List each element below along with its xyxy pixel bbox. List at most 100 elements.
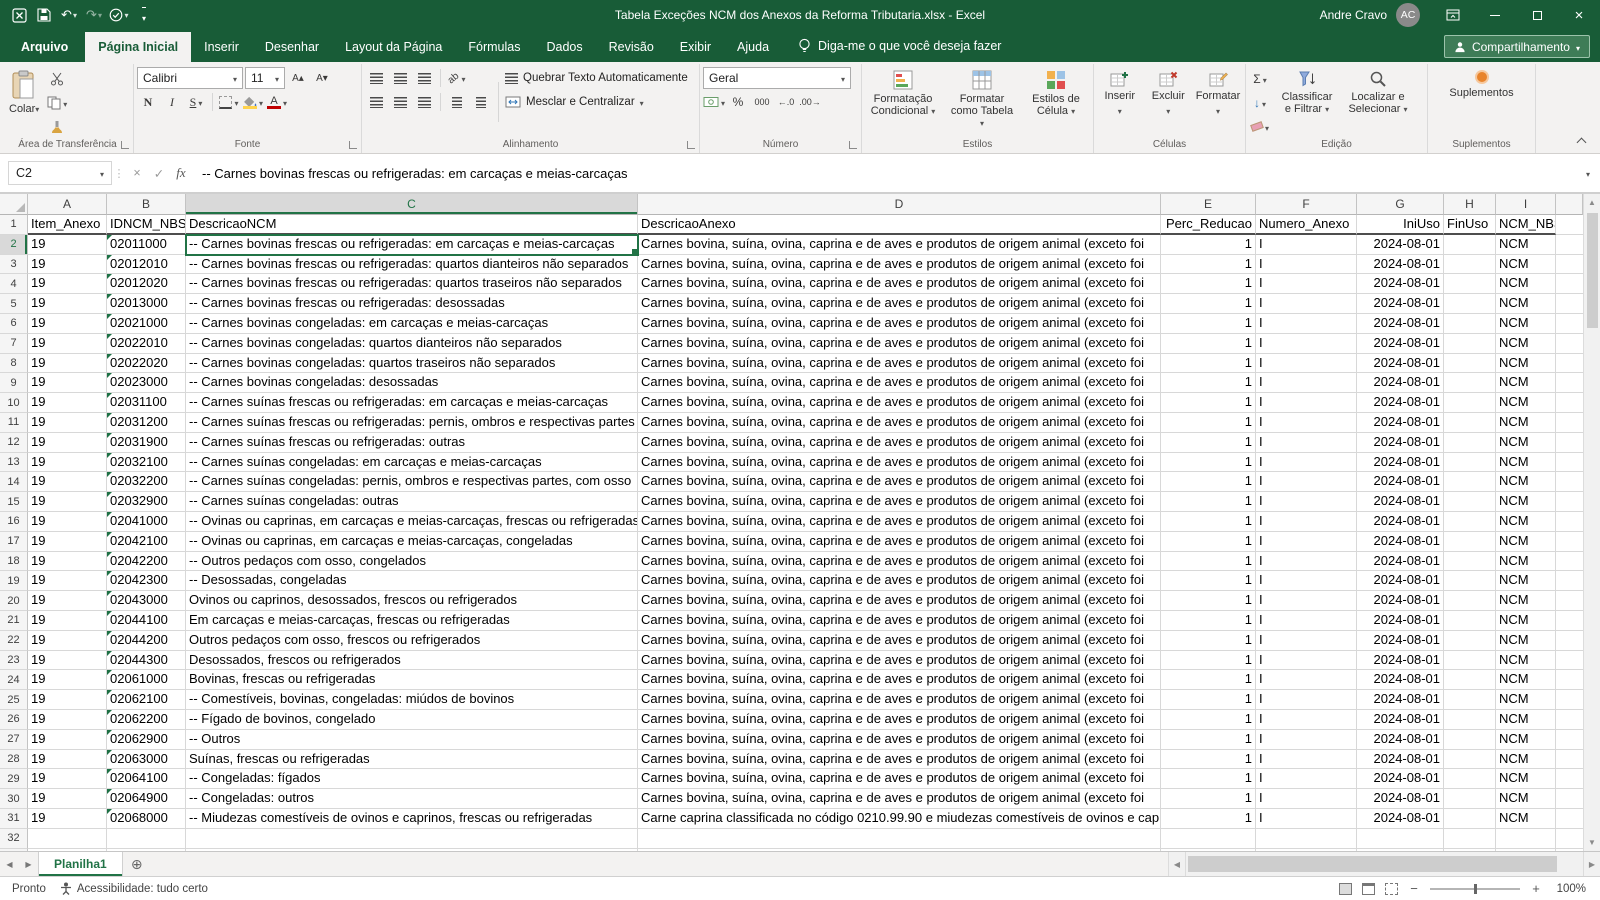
borders-button[interactable] — [218, 92, 240, 113]
insert-cells-button[interactable]: Inserir — [1097, 66, 1143, 137]
save-icon[interactable] — [33, 3, 55, 27]
cell-G18[interactable]: 2024-08-01 — [1357, 552, 1444, 572]
cell-D28[interactable]: Carnes bovina, suína, ovina, caprina e d… — [638, 750, 1161, 770]
cell-F14[interactable]: I — [1256, 472, 1357, 492]
cell-C20[interactable]: Ovinos ou caprinos, desossados, frescos … — [186, 591, 638, 611]
cell-C10[interactable]: -- Carnes suínas frescas ou refrigeradas… — [186, 393, 638, 413]
cell-D26[interactable]: Carnes bovina, suína, ovina, caprina e d… — [638, 710, 1161, 730]
row-header-7[interactable]: 7 — [0, 334, 28, 354]
row-header-2[interactable]: 2 — [0, 235, 28, 255]
cell-I6[interactable]: NCM — [1496, 314, 1556, 334]
underline-button[interactable]: S — [185, 92, 207, 113]
zoom-in-button[interactable]: + — [1530, 881, 1542, 896]
cell-A7[interactable]: 19 — [28, 334, 107, 354]
cell-F28[interactable]: I — [1256, 750, 1357, 770]
cell-B4[interactable]: 02012020 — [107, 274, 186, 294]
cell-B33[interactable] — [107, 849, 186, 852]
find-select-caret-icon[interactable] — [1404, 103, 1408, 115]
row-header-19[interactable]: 19 — [0, 571, 28, 591]
cell-G22[interactable]: 2024-08-01 — [1357, 631, 1444, 651]
align-right-button[interactable] — [413, 92, 435, 113]
cell-H28[interactable] — [1444, 750, 1496, 770]
cell-E22[interactable]: 1 — [1161, 631, 1256, 651]
cell-D10[interactable]: Carnes bovina, suína, ovina, caprina e d… — [638, 393, 1161, 413]
cell-E11[interactable]: 1 — [1161, 413, 1256, 433]
font-color-button[interactable]: A — [266, 92, 288, 113]
cell-F33[interactable] — [1256, 849, 1357, 852]
select-all-button[interactable] — [0, 194, 28, 215]
align-center-button[interactable] — [389, 92, 411, 113]
cell-D1[interactable]: DescricaoAnexo — [638, 215, 1161, 235]
cell-C33[interactable] — [186, 849, 638, 852]
cell-C19[interactable]: -- Desossadas, congeladas — [186, 571, 638, 591]
comma-style-button[interactable]: 000 — [751, 92, 773, 113]
ribbon-tab-desenhar[interactable]: Desenhar — [252, 32, 332, 62]
close-button[interactable]: × — [1558, 0, 1600, 30]
cell-A33[interactable] — [28, 849, 107, 852]
cell-I16[interactable]: NCM — [1496, 512, 1556, 532]
cell-D5[interactable]: Carnes bovina, suína, ovina, caprina e d… — [638, 294, 1161, 314]
cell-A14[interactable]: 19 — [28, 472, 107, 492]
cell-A27[interactable]: 19 — [28, 730, 107, 750]
cell-E20[interactable]: 1 — [1161, 591, 1256, 611]
copy-caret-icon[interactable] — [63, 96, 67, 110]
row-header-20[interactable]: 20 — [0, 591, 28, 611]
decrease-indent-button[interactable] — [446, 92, 468, 113]
formula-input[interactable]: -- Carnes bovinas frescas ou refrigerada… — [192, 166, 1576, 181]
cell-G6[interactable]: 2024-08-01 — [1357, 314, 1444, 334]
clear-caret-icon[interactable] — [1265, 120, 1269, 134]
cell-B7[interactable]: 02022010 — [107, 334, 186, 354]
align-left-button[interactable] — [365, 92, 387, 113]
cell-A21[interactable]: 19 — [28, 611, 107, 631]
cell-G16[interactable]: 2024-08-01 — [1357, 512, 1444, 532]
row-header-22[interactable]: 22 — [0, 631, 28, 651]
conditional-formatting-caret-icon[interactable] — [931, 105, 935, 117]
undo-caret-icon[interactable] — [73, 11, 77, 20]
shrink-font-button[interactable]: A▾ — [311, 68, 333, 89]
cell-I27[interactable]: NCM — [1496, 730, 1556, 750]
cell-D8[interactable]: Carnes bovina, suína, ovina, caprina e d… — [638, 354, 1161, 374]
row-header-13[interactable]: 13 — [0, 453, 28, 473]
autosum-caret-icon[interactable] — [1263, 72, 1267, 86]
cell-D30[interactable]: Carnes bovina, suína, ovina, caprina e d… — [638, 789, 1161, 809]
formula-bar-grip[interactable]: ⋮ — [112, 167, 126, 180]
cell-H20[interactable] — [1444, 591, 1496, 611]
cell-H23[interactable] — [1444, 651, 1496, 671]
row-header-29[interactable]: 29 — [0, 769, 28, 789]
cell-I13[interactable]: NCM — [1496, 453, 1556, 473]
cell-D20[interactable]: Carnes bovina, suína, ovina, caprina e d… — [638, 591, 1161, 611]
cell-B21[interactable]: 02044100 — [107, 611, 186, 631]
cell-H30[interactable] — [1444, 789, 1496, 809]
orientation-caret-icon[interactable] — [462, 71, 466, 85]
cell-I4[interactable]: NCM — [1496, 274, 1556, 294]
zoom-slider[interactable] — [1430, 888, 1520, 890]
font-color-caret-icon[interactable] — [283, 95, 287, 109]
cell-F29[interactable]: I — [1256, 769, 1357, 789]
insert-function-button[interactable]: fx — [170, 165, 192, 181]
cell-F12[interactable]: I — [1256, 433, 1357, 453]
cell-E3[interactable]: 1 — [1161, 255, 1256, 275]
orientation-button[interactable]: ab — [446, 68, 468, 89]
cell-D14[interactable]: Carnes bovina, suína, ovina, caprina e d… — [638, 472, 1161, 492]
editor-check-button[interactable] — [108, 3, 130, 27]
accounting-caret-icon[interactable] — [721, 95, 725, 109]
delete-cells-caret-icon[interactable] — [1166, 105, 1170, 118]
cell-F25[interactable]: I — [1256, 690, 1357, 710]
cell-D22[interactable]: Carnes bovina, suína, ovina, caprina e d… — [638, 631, 1161, 651]
cell-A5[interactable]: 19 — [28, 294, 107, 314]
row-header-15[interactable]: 15 — [0, 492, 28, 512]
vertical-scroll-thumb[interactable] — [1587, 213, 1598, 328]
cell-A4[interactable]: 19 — [28, 274, 107, 294]
cell-C21[interactable]: Em carcaças e meias-carcaças, frescas ou… — [186, 611, 638, 631]
cell-B29[interactable]: 02064100 — [107, 769, 186, 789]
ribbon-display-options-button[interactable] — [1432, 0, 1474, 30]
cell-H19[interactable] — [1444, 571, 1496, 591]
clear-button[interactable] — [1249, 116, 1271, 137]
cell-I14[interactable]: NCM — [1496, 472, 1556, 492]
align-middle-button[interactable] — [389, 68, 411, 89]
cell-B14[interactable]: 02032200 — [107, 472, 186, 492]
cell-I3[interactable]: NCM — [1496, 255, 1556, 275]
cell-C3[interactable]: -- Carnes bovinas frescas ou refrigerada… — [186, 255, 638, 275]
fill-button[interactable]: ↓ — [1249, 92, 1271, 113]
cell-G25[interactable]: 2024-08-01 — [1357, 690, 1444, 710]
